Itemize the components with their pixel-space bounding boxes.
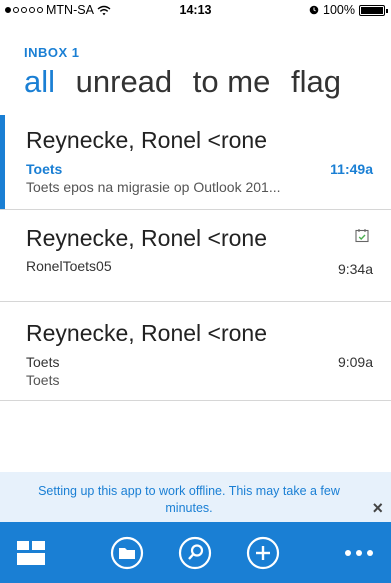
calendar-check-icon <box>355 229 369 243</box>
more-icon[interactable] <box>342 522 376 583</box>
message-preview: Toets epos na migrasie op Outlook 201... <box>26 179 281 195</box>
message-time: 9:09a <box>337 354 373 370</box>
offline-notice-text: Setting up this app to work offline. Thi… <box>38 484 340 515</box>
tiles-icon[interactable] <box>14 522 48 583</box>
search-icon[interactable] <box>175 522 215 583</box>
pivot-bar: all unread to me flag <box>24 64 391 100</box>
message-item[interactable]: Reynecke, Ronel <rone RonelToets05 9:34a <box>0 210 391 302</box>
status-bar: MTN-SA 14:13 100% <box>0 0 391 20</box>
message-subject: Toets <box>26 161 63 177</box>
message-sender: Reynecke, Ronel <rone <box>26 320 268 346</box>
inbox-label: INBOX 1 <box>24 45 80 60</box>
message-time: 9:34a <box>337 261 373 277</box>
status-right: 100% <box>309 3 388 17</box>
alarm-icon <box>309 5 319 15</box>
bottom-toolbar <box>0 522 391 583</box>
message-item[interactable]: Reynecke, Ronel <rone Toets 11:49a Toets… <box>0 115 391 210</box>
message-subject: Toets <box>26 354 60 370</box>
message-sender: Reynecke, Ronel <rone <box>26 127 268 153</box>
battery-icon <box>359 4 388 16</box>
message-subject: RonelToets05 <box>26 258 112 274</box>
pivot-to-me[interactable]: to me <box>193 64 271 99</box>
folder-icon[interactable] <box>107 522 147 583</box>
close-icon[interactable]: × <box>372 498 383 519</box>
pivot-flag[interactable]: flag <box>291 64 341 99</box>
battery-percent: 100% <box>323 3 355 17</box>
offline-notice: Setting up this app to work offline. Thi… <box>0 472 391 522</box>
message-time: 11:49a <box>330 161 373 177</box>
pivot-all[interactable]: all <box>24 64 55 99</box>
message-item[interactable]: Reynecke, Ronel <rone Toets 9:09a Toets <box>0 302 391 401</box>
message-sender: Reynecke, Ronel <rone <box>26 225 268 251</box>
unread-indicator <box>0 115 5 209</box>
pivot-unread[interactable]: unread <box>76 64 173 99</box>
add-icon[interactable] <box>243 522 283 583</box>
message-preview: Toets <box>26 372 60 388</box>
